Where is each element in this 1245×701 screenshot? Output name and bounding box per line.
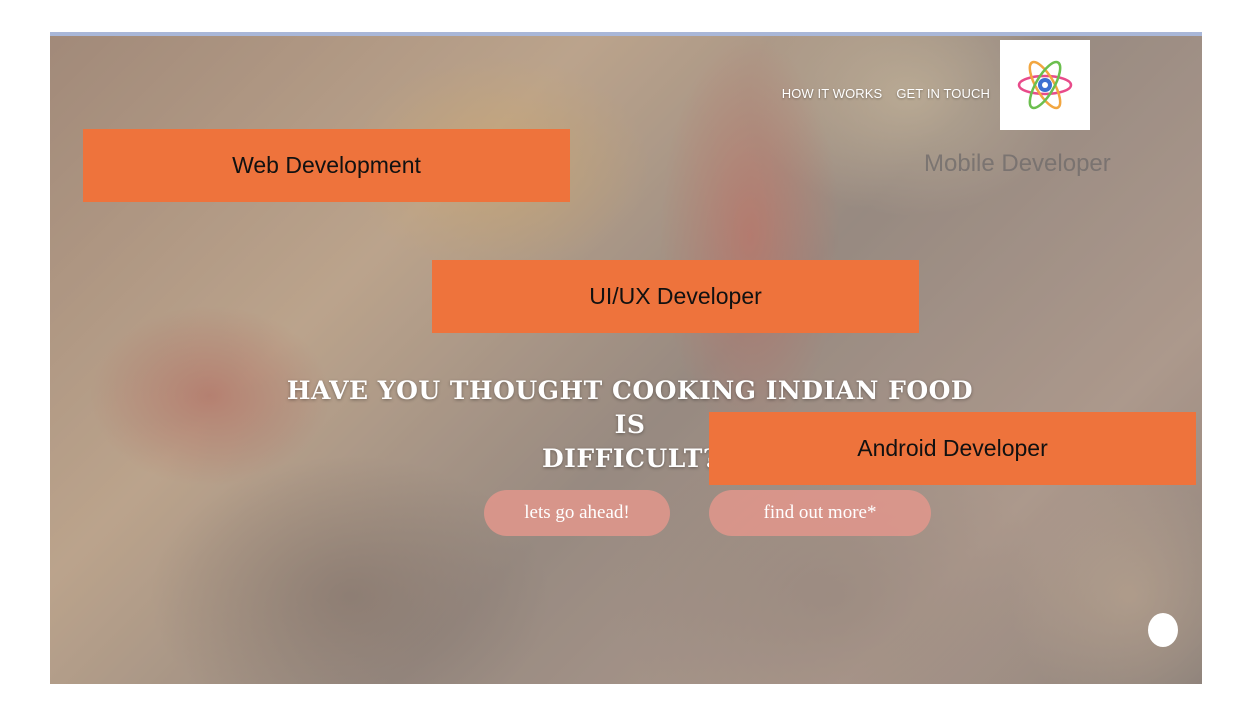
tag-uiux-developer: UI/UX Developer <box>432 260 919 333</box>
find-out-more-button[interactable]: find out more* <box>709 490 931 536</box>
hero-section: HOW IT WORKS GET IN TOUCH Mobile Develop… <box>50 32 1202 684</box>
lets-go-ahead-button[interactable]: lets go ahead! <box>484 490 670 536</box>
scroll-dot-icon[interactable] <box>1148 613 1178 647</box>
mobile-developer-label: Mobile Developer <box>924 150 1111 177</box>
atom-logo-icon <box>1017 60 1073 110</box>
logo[interactable] <box>1000 40 1090 130</box>
nav-get-in-touch[interactable]: GET IN TOUCH <box>896 86 990 101</box>
nav-how-it-works[interactable]: HOW IT WORKS <box>782 86 883 101</box>
top-nav: HOW IT WORKS GET IN TOUCH <box>782 86 990 101</box>
tag-android-developer: Android Developer <box>709 412 1196 485</box>
tag-web-development: Web Development <box>83 129 570 202</box>
